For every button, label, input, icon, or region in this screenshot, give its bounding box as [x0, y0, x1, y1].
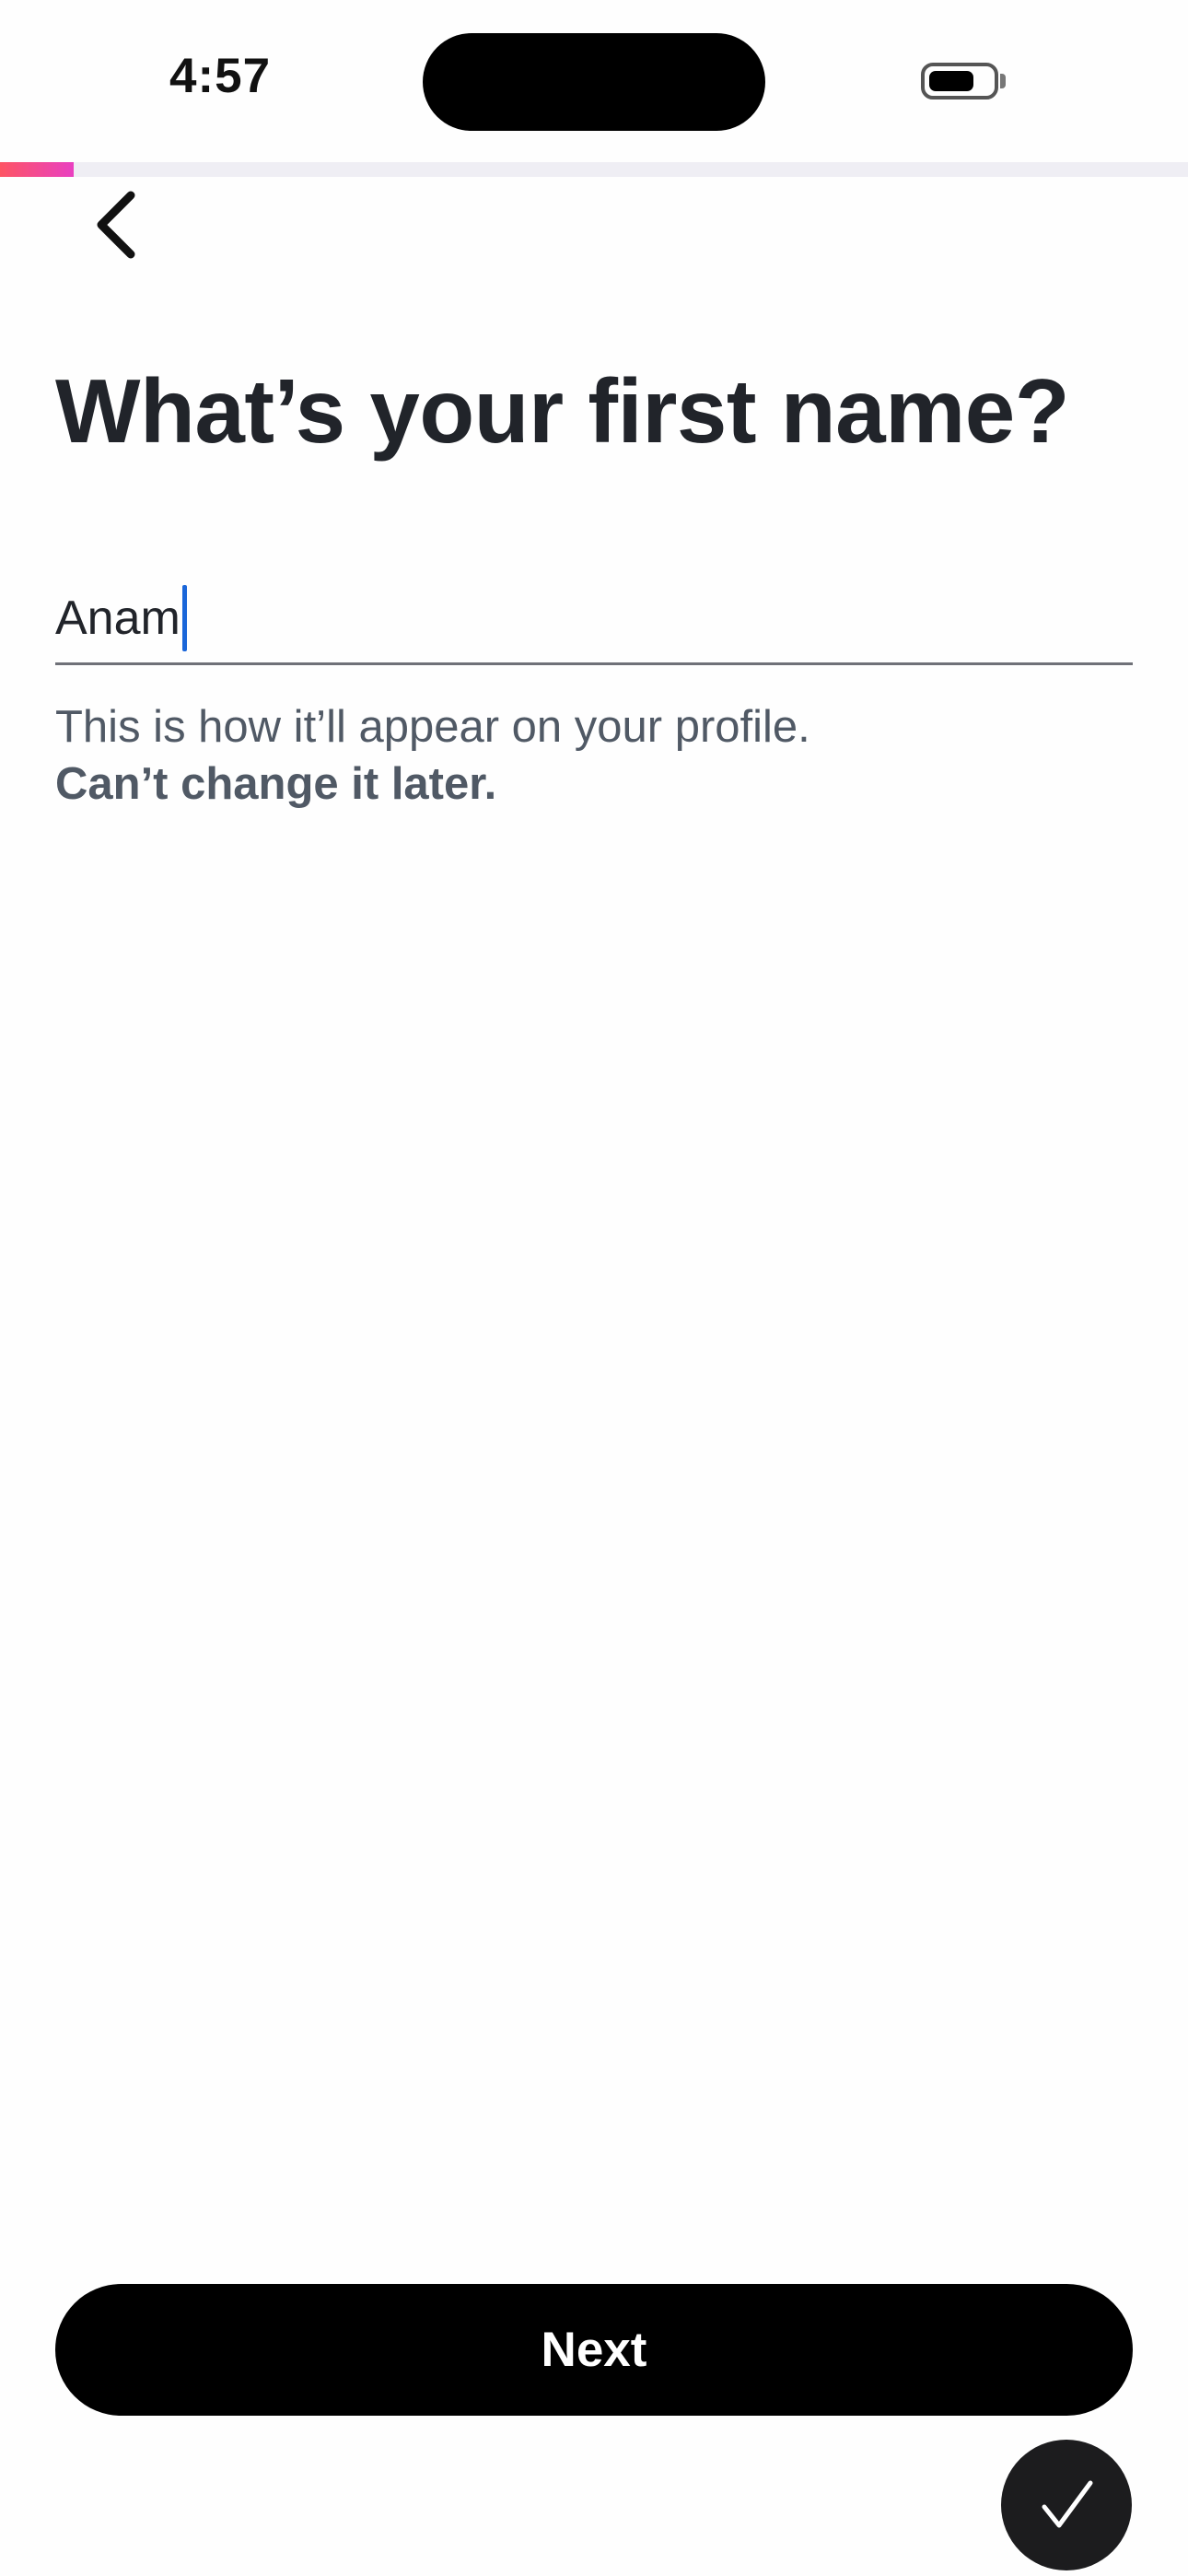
onboarding-progress-bar [0, 162, 1188, 177]
keyboard-done-button[interactable] [1001, 2440, 1132, 2570]
page-title: What’s your first name? [55, 360, 1070, 462]
checkmark-icon [1042, 2480, 1093, 2528]
chevron-left-icon [97, 191, 135, 259]
first-name-value[interactable]: Anam [55, 594, 181, 642]
status-time: 4:57 [169, 49, 272, 103]
next-button-label: Next [541, 2323, 647, 2377]
text-caret [181, 584, 187, 651]
battery-level [929, 71, 973, 91]
battery-cap [1000, 74, 1006, 88]
battery-icon [921, 63, 998, 100]
helper-text: This is how it’ll appear on your profile… [55, 702, 810, 752]
back-button[interactable] [77, 181, 155, 269]
first-name-screen: 4:57 What’s your first name? Anam This i… [0, 0, 1188, 2576]
dynamic-island [423, 33, 765, 131]
helper-note: Can’t change it later. [55, 759, 497, 809]
progress-fill [0, 162, 74, 177]
next-button[interactable]: Next [55, 2284, 1133, 2416]
first-name-input[interactable]: Anam [55, 573, 1133, 665]
status-bar: 4:57 [0, 0, 1188, 162]
